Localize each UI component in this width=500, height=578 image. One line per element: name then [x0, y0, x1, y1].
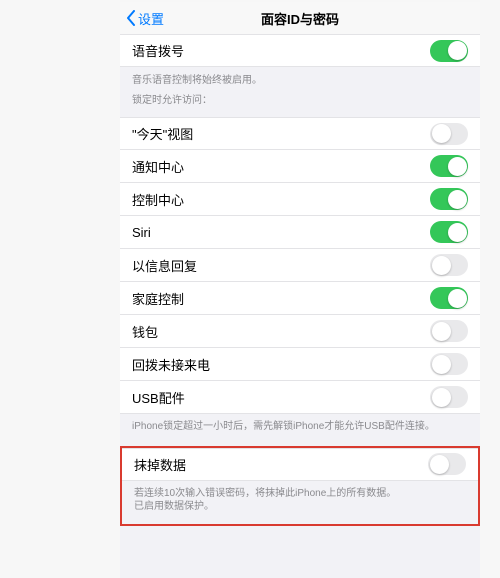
row-voice-dial: 语音拨号 [120, 34, 480, 67]
toggle-wallet[interactable] [430, 320, 468, 342]
row-control-center: 控制中心 [120, 183, 480, 216]
row-notification-center: 通知中心 [120, 150, 480, 183]
toggle-notification-center[interactable] [430, 155, 468, 177]
row-label: 钱包 [132, 322, 158, 341]
toggle-voice-dial[interactable] [430, 40, 468, 62]
row-label: USB配件 [132, 388, 185, 407]
section1-footer: 音乐语音控制将始终被启用。 锁定时允许访问： [120, 67, 480, 117]
chevron-left-icon [126, 10, 136, 26]
row-label: 回拨未接来电 [132, 355, 210, 374]
toggle-siri[interactable] [430, 221, 468, 243]
footer-text: 音乐语音控制将始终被启用。 [132, 74, 468, 88]
toggle-today-view[interactable] [430, 123, 468, 145]
erase-data-highlight: 抹掉数据 若连续10次输入错误密码，将抹掉此iPhone上的所有数据。 已启用数… [120, 446, 480, 526]
section2-footer: iPhone锁定超过一小时后，需先解锁iPhone才能允许USB配件连接。 [120, 414, 480, 444]
row-label: 家庭控制 [132, 289, 184, 308]
page-title: 面容ID与密码 [120, 9, 480, 28]
row-return-missed-calls: 回拨未接来电 [120, 348, 480, 381]
toggle-control-center[interactable] [430, 188, 468, 210]
row-reply-with-message: 以信息回复 [120, 249, 480, 282]
toggle-home-control[interactable] [430, 287, 468, 309]
row-label: 语音拨号 [132, 41, 184, 60]
toggle-return-missed-calls[interactable] [430, 353, 468, 375]
row-erase-data: 抹掉数据 [122, 448, 478, 481]
row-label: "今天"视图 [132, 124, 193, 143]
back-label: 设置 [138, 9, 164, 28]
row-home-control: 家庭控制 [120, 282, 480, 315]
toggle-erase-data[interactable] [428, 453, 466, 475]
footer-text: 锁定时允许访问： [132, 94, 468, 108]
toggle-reply-with-message[interactable] [430, 254, 468, 276]
row-wallet: 钱包 [120, 315, 480, 348]
footer-text: 已启用数据保护。 [134, 501, 214, 512]
row-label: 抹掉数据 [134, 455, 186, 474]
row-label: Siri [132, 225, 151, 240]
navbar: 设置 面容ID与密码 [120, 2, 480, 34]
row-label: 以信息回复 [132, 256, 197, 275]
footer-text: 若连续10次输入错误密码，将抹掉此iPhone上的所有数据。 [134, 488, 396, 499]
toggle-usb-accessories[interactable] [430, 386, 468, 408]
section3-footer: 若连续10次输入错误密码，将抹掉此iPhone上的所有数据。 已启用数据保护。 [122, 481, 478, 524]
back-button[interactable]: 设置 [126, 9, 164, 28]
row-usb-accessories: USB配件 [120, 381, 480, 414]
row-today-view: "今天"视图 [120, 117, 480, 150]
row-label: 控制中心 [132, 190, 184, 209]
row-siri: Siri [120, 216, 480, 249]
row-label: 通知中心 [132, 157, 184, 176]
